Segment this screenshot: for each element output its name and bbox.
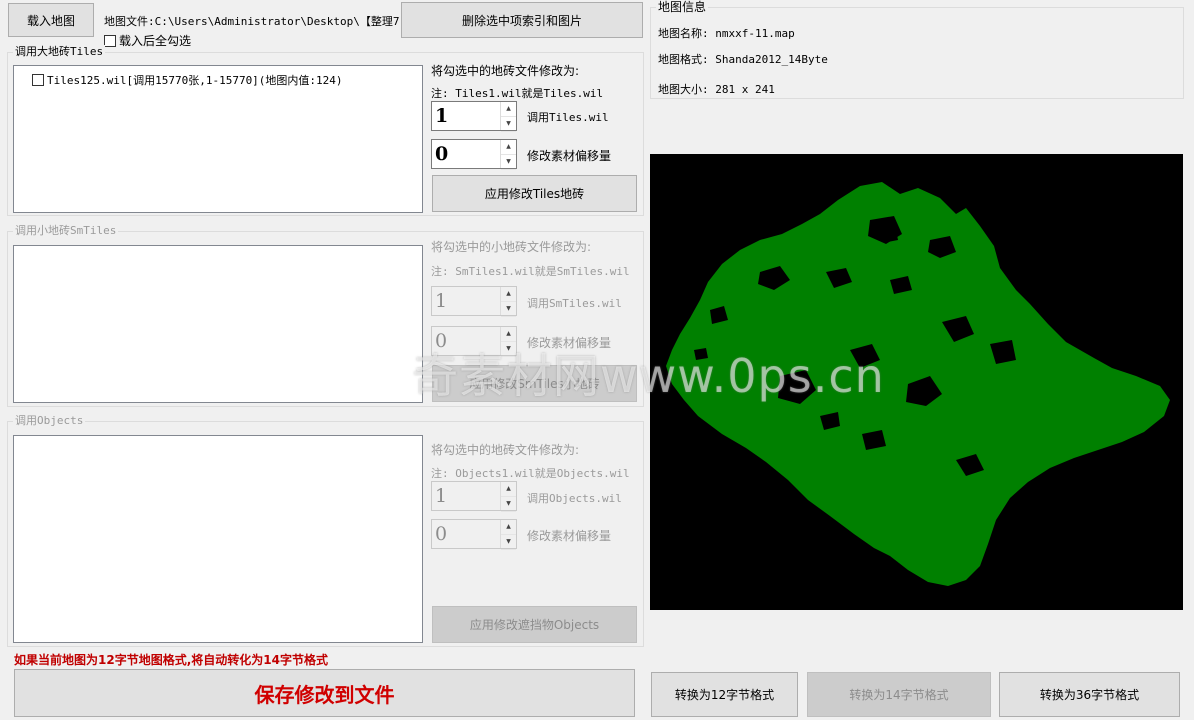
smtiles-note: 注: SmTiles1.wil就是SmTiles.wil [431, 265, 630, 278]
save-to-file-button[interactable]: 保存修改到文件 [14, 669, 635, 717]
smtiles-modify-label: 将勾选中的小地砖文件修改为: [431, 240, 592, 254]
select-all-after-load-label: 载入后全勾选 [119, 34, 192, 48]
tiles-note: 注: Tiles1.wil就是Tiles.wil [431, 87, 604, 100]
apply-smtiles-button[interactable]: 应用修改SmTiles小地砖 [432, 365, 637, 402]
format-warning: 如果当前地图为12字节地图格式,将自动转化为14字节格式 [14, 653, 328, 667]
spin-down-icon[interactable]: ▼ [501, 535, 516, 550]
convert-36-byte-button[interactable]: 转换为36字节格式 [999, 672, 1180, 717]
objects-group-title: 调用Objects [13, 414, 86, 428]
spin-up-icon[interactable]: ▲ [501, 287, 516, 302]
spin-up-icon[interactable]: ▲ [501, 520, 516, 535]
map-terrain-image [666, 182, 1170, 586]
convert-12-byte-button[interactable]: 转换为12字节格式 [651, 672, 798, 717]
smtiles-index-value: 1 [435, 290, 448, 312]
spin-down-icon[interactable]: ▼ [501, 155, 516, 170]
tiles-listbox[interactable]: Tiles125.wil[调用15770张,1-15770](地图内值:124) [13, 65, 423, 213]
objects-note: 注: Objects1.wil就是Objects.wil [431, 467, 630, 480]
list-item-checkbox[interactable] [32, 74, 44, 86]
smtiles-group-title: 调用小地砖SmTiles [13, 224, 119, 238]
objects-offset-suffix: 修改素材偏移量 [527, 529, 612, 543]
spinner-arrows[interactable]: ▲ ▼ [500, 140, 516, 170]
spin-up-icon[interactable]: ▲ [501, 140, 516, 155]
apply-tiles-button[interactable]: 应用修改Tiles地砖 [432, 175, 637, 212]
smtiles-index-suffix: 调用SmTiles.wil [527, 297, 622, 310]
spin-up-icon[interactable]: ▲ [501, 327, 516, 342]
objects-index-value: 1 [435, 485, 448, 507]
tiles-index-value: 1 [435, 105, 449, 127]
spin-down-icon[interactable]: ▼ [501, 117, 516, 132]
spin-down-icon[interactable]: ▼ [501, 497, 516, 512]
smtiles-listbox[interactable] [13, 245, 423, 403]
tiles-list-item-label: Tiles125.wil[调用15770张,1-15770](地图内值:124) [47, 74, 343, 87]
spinner-arrows[interactable]: ▲ ▼ [500, 520, 516, 550]
spin-down-icon[interactable]: ▼ [501, 342, 516, 357]
map-file-path: 地图文件:C:\Users\Administrator\Desktop\【整理7… [104, 15, 400, 28]
delete-selected-button[interactable]: 删除选中项索引和图片 [401, 2, 643, 38]
map-size: 地图大小: 281 x 241 [658, 83, 775, 96]
tiles-index-suffix: 调用Tiles.wil [527, 111, 609, 124]
spinner-arrows[interactable]: ▲ ▼ [500, 287, 516, 317]
smtiles-offset-value: 0 [435, 330, 448, 352]
convert-14-byte-button[interactable]: 转换为14字节格式 [807, 672, 991, 717]
objects-listbox[interactable] [13, 435, 423, 643]
list-item[interactable]: Tiles125.wil[调用15770张,1-15770](地图内值:124) [32, 72, 343, 88]
objects-index-spinner[interactable]: 1 ▲ ▼ [431, 481, 517, 512]
spinner-arrows[interactable]: ▲ ▼ [500, 482, 516, 512]
smtiles-index-spinner[interactable]: 1 ▲ ▼ [431, 286, 517, 317]
objects-modify-label: 将勾选中的地砖文件修改为: [431, 443, 580, 457]
tiles-index-spinner[interactable]: 1 ▲ ▼ [431, 101, 517, 132]
objects-offset-value: 0 [435, 523, 448, 545]
select-all-after-load-checkbox[interactable]: 载入后全勾选 [104, 32, 191, 49]
map-info-title: 地图信息 [656, 0, 709, 14]
spin-down-icon[interactable]: ▼ [501, 302, 516, 317]
spin-up-icon[interactable]: ▲ [501, 482, 516, 497]
smtiles-offset-spinner[interactable]: 0 ▲ ▼ [431, 326, 517, 357]
apply-objects-button[interactable]: 应用修改遮挡物Objects [432, 606, 637, 643]
spin-up-icon[interactable]: ▲ [501, 102, 516, 117]
tiles-offset-suffix: 修改素材偏移量 [527, 149, 612, 163]
tiles-modify-label: 将勾选中的地砖文件修改为: [431, 64, 580, 78]
map-preview[interactable] [650, 154, 1183, 610]
map-name: 地图名称: nmxxf-11.map [658, 27, 795, 40]
map-format: 地图格式: Shanda2012_14Byte [658, 53, 828, 66]
load-map-button[interactable]: 载入地图 [8, 3, 94, 37]
spinner-arrows[interactable]: ▲ ▼ [500, 327, 516, 357]
objects-index-suffix: 调用Objects.wil [527, 492, 622, 505]
tiles-offset-spinner[interactable]: 0 ▲ ▼ [431, 139, 517, 170]
smtiles-offset-suffix: 修改素材偏移量 [527, 336, 612, 350]
checkbox-box[interactable] [104, 35, 116, 47]
tiles-group-title: 调用大地砖Tiles [13, 45, 106, 59]
objects-offset-spinner[interactable]: 0 ▲ ▼ [431, 519, 517, 550]
spinner-arrows[interactable]: ▲ ▼ [500, 102, 516, 132]
tiles-offset-value: 0 [435, 143, 449, 165]
